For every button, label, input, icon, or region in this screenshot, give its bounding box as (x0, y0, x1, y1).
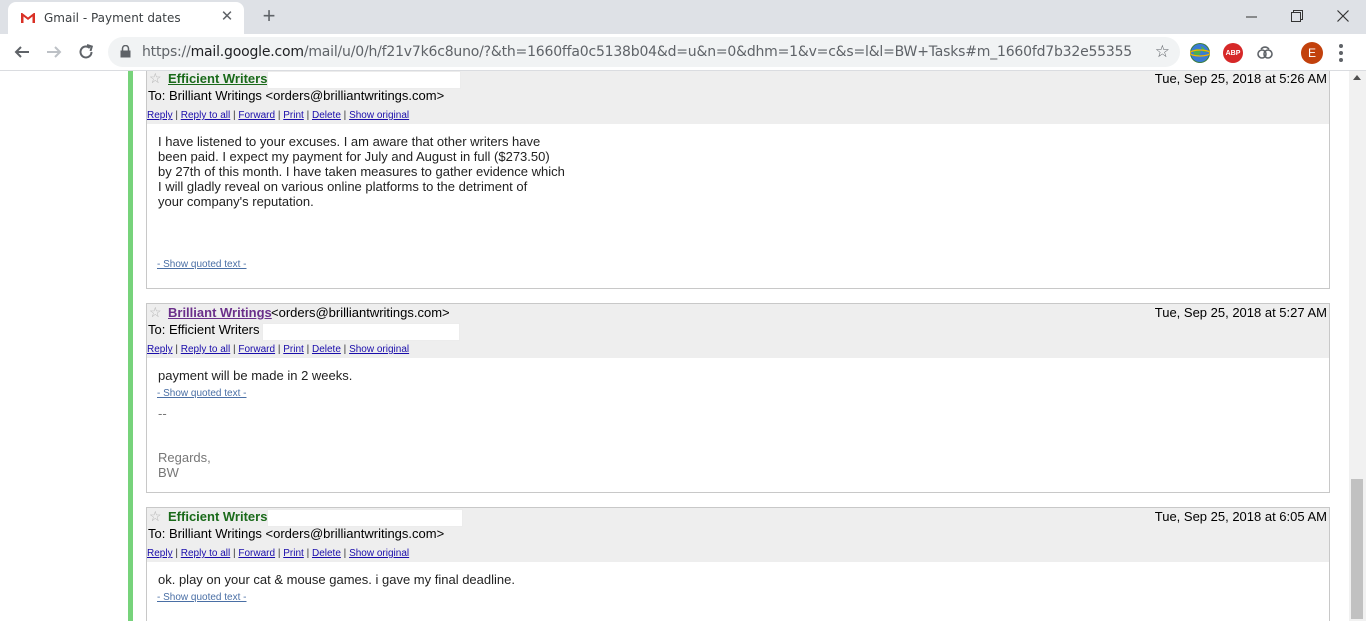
redacted-area (267, 509, 463, 527)
mail-content: ☆ Efficient Writers Tue, Sep 25, 2018 at… (0, 71, 1349, 621)
vertical-scrollbar[interactable] (1349, 71, 1366, 621)
browser-toolbar: https://mail.google.com/mail/u/0/h/f21v7… (0, 34, 1366, 71)
gmail-icon (21, 13, 35, 23)
signature-separator: -- (158, 406, 167, 421)
browser-tab[interactable]: Gmail - Payment dates ✕ (8, 2, 244, 34)
star-icon[interactable]: ☆ (149, 508, 162, 525)
sender-name[interactable]: Brilliant Writings (168, 305, 272, 320)
restore-icon[interactable] (1274, 0, 1320, 32)
recipient-line: To: Brilliant Writings <orders@brilliant… (148, 526, 445, 541)
reply-all-link[interactable]: Reply to all (181, 344, 230, 355)
print-link[interactable]: Print (283, 344, 304, 355)
abp-label: ABP (1225, 49, 1241, 57)
print-link[interactable]: Print (283, 110, 304, 121)
message-header: ☆ Brilliant Writings <orders@brilliantwr… (147, 304, 1329, 358)
show-quoted-text-link[interactable]: - Show quoted text - (157, 259, 247, 270)
sender-name[interactable]: Efficient Writers (168, 71, 267, 86)
thread-indicator-bar (128, 71, 133, 621)
tab-close-icon[interactable]: ✕ (218, 8, 236, 26)
recipient-line: To: Efficient Writers (148, 322, 260, 337)
message-card: ☆ Efficient Writers Tue, Sep 25, 2018 at… (146, 71, 1330, 289)
show-original-link[interactable]: Show original (349, 110, 409, 121)
message-header: ☆ Efficient Writers Tue, Sep 25, 2018 at… (147, 508, 1329, 562)
reply-link[interactable]: Reply (147, 548, 173, 559)
message-actions: Reply | Reply to all | Forward | Print |… (147, 110, 410, 121)
forward-icon[interactable] (42, 40, 66, 64)
message-header: ☆ Efficient Writers Tue, Sep 25, 2018 at… (147, 71, 1329, 124)
reply-all-link[interactable]: Reply to all (181, 548, 230, 559)
recipient-line: To: Brilliant Writings <orders@brilliant… (148, 88, 445, 103)
show-quoted-text-link[interactable]: - Show quoted text - (157, 592, 247, 603)
more-menu-icon[interactable] (1335, 42, 1347, 64)
message-date: Tue, Sep 25, 2018 at 6:05 AM (1154, 509, 1327, 524)
forward-link[interactable]: Forward (238, 344, 275, 355)
signature: Regards, BW (158, 450, 211, 480)
address-bar[interactable]: https://mail.google.com/mail/u/0/h/f21v7… (108, 37, 1180, 67)
message-card: ☆ Brilliant Writings <orders@brilliantwr… (146, 303, 1330, 493)
scrollbar-thumb[interactable] (1351, 479, 1363, 619)
back-icon[interactable] (10, 40, 34, 64)
message-actions: Reply | Reply to all | Forward | Print |… (147, 548, 410, 559)
show-quoted-text-link[interactable]: - Show quoted text - (157, 388, 247, 399)
star-icon[interactable]: ☆ (149, 71, 162, 87)
redacted-area (262, 323, 460, 341)
lock-icon (120, 45, 131, 58)
adblock-plus-icon[interactable]: ABP (1223, 43, 1243, 63)
reload-icon[interactable] (74, 40, 98, 64)
message-actions: Reply | Reply to all | Forward | Print |… (147, 344, 410, 355)
message-body: I have listened to your excuses. I am aw… (158, 134, 565, 209)
new-tab-icon[interactable]: + (258, 5, 280, 28)
delete-link[interactable]: Delete (312, 110, 341, 121)
show-original-link[interactable]: Show original (349, 548, 409, 559)
tab-title: Gmail - Payment dates (44, 11, 181, 25)
profile-avatar[interactable]: E (1301, 42, 1323, 64)
delete-link[interactable]: Delete (312, 548, 341, 559)
message-date: Tue, Sep 25, 2018 at 5:26 AM (1154, 71, 1327, 86)
sender-name[interactable]: Efficient Writers (168, 509, 267, 524)
message-date: Tue, Sep 25, 2018 at 5:27 AM (1154, 305, 1327, 320)
reply-link[interactable]: Reply (147, 110, 173, 121)
show-original-link[interactable]: Show original (349, 344, 409, 355)
forward-link[interactable]: Forward (238, 548, 275, 559)
extension-icon[interactable] (1255, 43, 1275, 63)
star-icon[interactable]: ☆ (149, 304, 162, 321)
reply-all-link[interactable]: Reply to all (181, 110, 230, 121)
delete-link[interactable]: Delete (312, 344, 341, 355)
sender-email: <orders@brilliantwritings.com> (271, 305, 450, 320)
message-card: ☆ Efficient Writers Tue, Sep 25, 2018 at… (146, 507, 1330, 621)
scroll-up-arrow-icon[interactable] (1353, 75, 1361, 80)
url-text: https://mail.google.com/mail/u/0/h/f21v7… (142, 44, 1133, 60)
close-window-icon[interactable] (1320, 0, 1366, 32)
print-link[interactable]: Print (283, 548, 304, 559)
message-body: ok. play on your cat & mouse games. i ga… (158, 572, 515, 587)
tab-strip: Gmail - Payment dates ✕ + (0, 0, 1366, 34)
bookmark-star-icon[interactable]: ☆ (1155, 42, 1170, 62)
reply-link[interactable]: Reply (147, 344, 173, 355)
message-body: payment will be made in 2 weeks. (158, 368, 353, 383)
earth-extension-icon[interactable] (1190, 43, 1210, 63)
forward-link[interactable]: Forward (238, 110, 275, 121)
redacted-area (267, 71, 461, 89)
minimize-icon[interactable] (1228, 0, 1274, 32)
